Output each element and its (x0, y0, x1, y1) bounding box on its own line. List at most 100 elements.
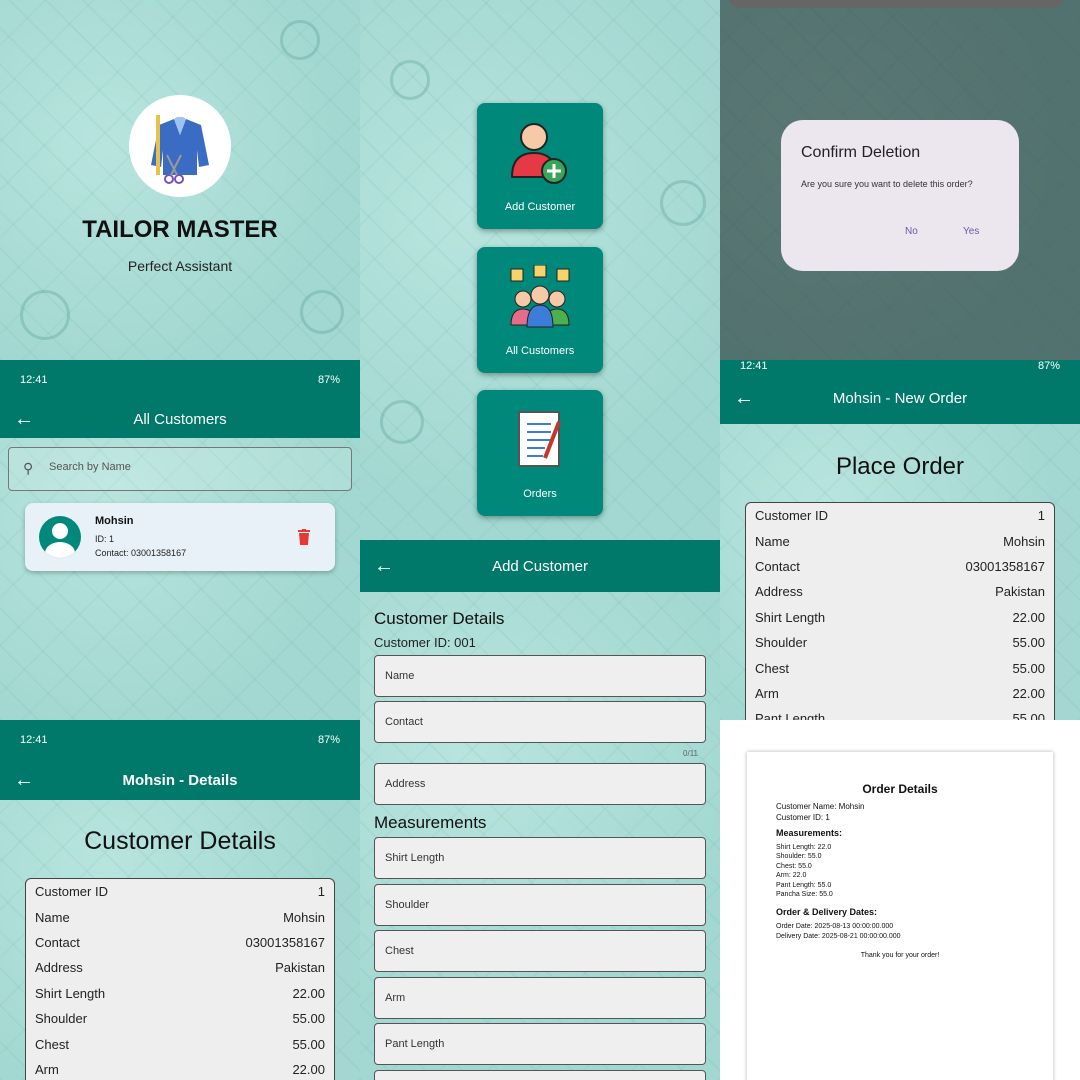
app-subtitle: Perfect Assistant (127, 258, 233, 274)
tile-label-add-customer: Add Customer (504, 201, 576, 213)
status-bar: 12:41 87% (720, 360, 1080, 372)
page-title: Mohsin - New Order (832, 389, 968, 407)
all-customers-screen: 12:41 87% ← All Customers ⚲ Search by Na… (0, 360, 360, 720)
orders-tile[interactable]: Orders (477, 390, 603, 516)
receipt-measurement: Arm: 22.0 (776, 872, 807, 879)
details-row: Contact 03001358167 (35, 934, 325, 950)
order-heading: Place Order (835, 453, 965, 480)
receipt-dates-title: Order & Delivery Dates: (776, 907, 878, 917)
status-time: 12:41 (740, 360, 768, 372)
dialog-message: Are you sure you want to delete this ord… (801, 179, 973, 189)
address-field[interactable]: Address (374, 763, 706, 805)
confirm-dialog: Confirm Deletion Are you sure you want t… (781, 120, 1019, 271)
status-bar: 12:41 87% (0, 360, 360, 400)
customer-id-label: Customer ID: 001 (374, 635, 476, 650)
customers-group-icon (510, 265, 570, 328)
add-customer-tile[interactable]: Add Customer (477, 103, 603, 229)
yes-button[interactable]: Yes (963, 226, 979, 237)
receipt-measurements-title: Measurements: (776, 828, 843, 838)
details-row: Customer ID 1 (35, 884, 325, 900)
contact-field[interactable]: Contact (374, 701, 706, 743)
order-row: Customer ID 1 (755, 508, 1045, 524)
status-time: 12:41 (20, 374, 48, 386)
tile-label-orders: Orders (523, 488, 557, 500)
details-card: Customer ID 1 Name Mohsin Contact 030013581… (25, 878, 335, 1080)
receipt-page: Order Details Customer Name: Mohsin Cust… (747, 752, 1053, 1080)
page-title: All Customers (133, 410, 227, 428)
status-battery: 87% (317, 374, 340, 386)
app-logo (129, 95, 231, 197)
search-placeholder: Search by Name (49, 461, 131, 473)
app-title: TAILOR MASTER (82, 216, 278, 243)
receipt-measurement: Shoulder: 55.0 (776, 853, 822, 860)
app-bar: ← Add Customer (360, 540, 720, 592)
order-row: Pant Length 55.00 (755, 711, 1045, 720)
add-person-icon (510, 123, 567, 184)
details-row: Address Pakistan (35, 960, 325, 976)
back-arrow-icon[interactable]: ← (14, 400, 34, 438)
details-row: Name Mohsin (35, 909, 325, 925)
customer-details-screen: 12:41 87% ← Mohsin - Details Customer De… (0, 720, 360, 1080)
status-battery: 87% (317, 734, 340, 746)
customer-contact: Contact: 03001358167 (95, 548, 187, 558)
receipt-measurement: Pant Length: 55.0 (776, 882, 832, 889)
dialog-title: Confirm Deletion (801, 144, 921, 161)
top-sheet (730, 0, 1062, 8)
contact-char-counter: 0/11 (683, 749, 698, 758)
section-title: Customer Details (374, 609, 505, 628)
order-row: Shoulder 55.00 (755, 635, 1045, 651)
page-title: Mohsin - Details (122, 771, 238, 789)
status-bar: 12:41 87% (0, 720, 360, 760)
app-bar: ← Mohsin - New Order (720, 372, 1080, 424)
order-row: Address Pakistan (755, 584, 1045, 600)
details-row: Chest 55.00 (35, 1036, 325, 1052)
order-row: Contact 03001358167 (755, 558, 1045, 574)
order-row: Chest 55.00 (755, 660, 1045, 676)
jacket-icon (151, 115, 209, 184)
receipt-thanks: Thank you for your order! (860, 952, 940, 959)
details-heading: Customer Details (84, 827, 276, 855)
search-input[interactable]: ⚲ Search by Name (8, 447, 352, 491)
order-row: Name Mohsin (755, 533, 1045, 549)
arm-field[interactable]: Arm (374, 977, 706, 1019)
order-receipt-screen: Order Details Customer Name: Mohsin Cust… (720, 720, 1080, 1080)
receipt-order-date: Order Date: 2025-08-13 00:00:00.000 (776, 923, 894, 930)
back-arrow-icon[interactable]: ← (734, 372, 754, 424)
main-menu-screen: Add Customer All Customers Orders (360, 0, 720, 540)
receipt-measurement: Chest: 55.0 (776, 863, 812, 870)
splash-screen: TAILOR MASTER Perfect Assistant (0, 0, 360, 360)
order-card: Customer ID 1 Name Mohsin Contact 030013581… (745, 502, 1055, 720)
next-field[interactable] (374, 1070, 706, 1080)
shoulder-field[interactable]: Shoulder (374, 884, 706, 926)
order-row: Arm 22.00 (755, 685, 1045, 701)
customer-name: Mohsin (95, 515, 134, 527)
no-button[interactable]: No (905, 226, 918, 237)
app-bar: ← All Customers (0, 400, 360, 438)
pant-length-field[interactable]: Pant Length (374, 1023, 706, 1065)
receipt-customer-name: Customer Name: Mohsin (776, 802, 865, 811)
status-battery: 87% (1037, 360, 1060, 372)
new-order-screen: 12:41 87% ← Mohsin - New Order Place Ord… (720, 360, 1080, 720)
measurements-title: Measurements (374, 813, 487, 832)
app-bar: ← Mohsin - Details (0, 760, 360, 800)
status-time: 12:41 (20, 734, 48, 746)
back-arrow-icon[interactable]: ← (374, 540, 394, 592)
details-row: Shirt Length 22.00 (35, 985, 325, 1001)
receipt-customer-id: Customer ID: 1 (776, 813, 830, 822)
avatar (39, 516, 81, 558)
clipboard-icon (518, 411, 561, 467)
receipt-delivery-date: Delivery Date: 2025-08-21 00:00:00.000 (776, 933, 901, 940)
name-field[interactable]: Name (374, 655, 706, 697)
page-title: Add Customer (492, 557, 588, 575)
back-arrow-icon[interactable]: ← (14, 760, 34, 800)
delete-icon[interactable] (297, 529, 311, 545)
details-row: Arm 22.00 (35, 1061, 325, 1077)
receipt-measurement: Pancha Size: 55.0 (776, 891, 833, 898)
shirt-length-field[interactable]: Shirt Length (374, 837, 706, 879)
order-row: Shirt Length 22.00 (755, 609, 1045, 625)
receipt-title: Order Details (862, 782, 938, 796)
all-customers-tile[interactable]: All Customers (477, 247, 603, 373)
customer-card[interactable]: Mohsin ID: 1 Contact: 03001358167 (25, 503, 335, 571)
chest-field[interactable]: Chest (374, 930, 706, 972)
confirm-dialog-screen: Confirm Deletion Are you sure you want t… (720, 0, 1080, 360)
